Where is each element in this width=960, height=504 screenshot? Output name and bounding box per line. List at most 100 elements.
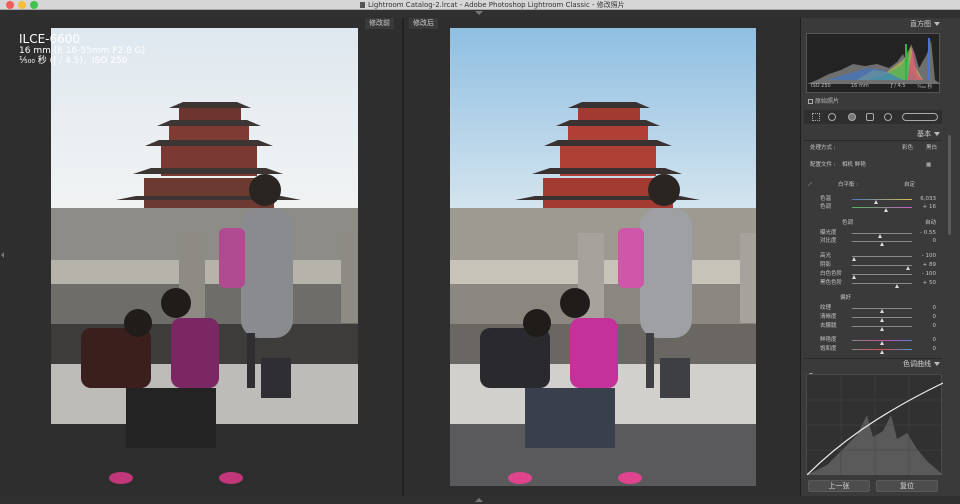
reset-button[interactable]: 复位 [876, 480, 938, 492]
tint-thumb[interactable] [884, 208, 888, 212]
slider-tint[interactable]: 色调 + 16 [806, 203, 938, 212]
vibrance-value[interactable]: 0 [933, 336, 937, 344]
highlights-track[interactable] [852, 256, 912, 261]
dehaze-track[interactable] [852, 326, 912, 331]
top-panel-toggle-icon[interactable] [475, 11, 483, 15]
after-photo-image [450, 28, 756, 486]
spot-removal-icon[interactable] [828, 113, 836, 121]
tone-row: 色调 自动 [806, 219, 938, 227]
title-bar: Lightroom Catalog-2.lrcat - Adobe Photos… [0, 0, 960, 10]
clarity-track[interactable] [852, 317, 912, 322]
whites-value[interactable]: - 100 [922, 270, 936, 278]
temp-track[interactable] [852, 199, 912, 204]
tone-curve-svg [806, 375, 944, 476]
treatment-label: 处理方式 : [810, 145, 836, 151]
contrast-track[interactable] [852, 241, 912, 246]
radial-filter-icon[interactable] [884, 113, 892, 121]
whites-label: 白色色阶 [820, 271, 843, 277]
compare-divider [402, 18, 404, 496]
after-label: 修改后 [409, 18, 438, 29]
panel-scrollbar[interactable] [948, 135, 951, 235]
presence-row: 偏好 [806, 294, 938, 302]
hist-aperture: ƒ / 4.5 [891, 83, 906, 89]
profile-row: 配置文件 : 相机 鲜艳 ▦ [806, 161, 938, 169]
histogram-header[interactable]: 直方图 [800, 19, 940, 29]
lens-info: 16 mm (E 16-55mm F2.8 G) [19, 46, 146, 56]
dehaze-label: 去朦胧 [820, 323, 837, 329]
saturation-value[interactable]: 0 [933, 345, 937, 353]
collapse-arrow-icon [934, 362, 940, 366]
texture-value[interactable]: 0 [933, 304, 937, 312]
basic-title: 基本 [917, 130, 931, 138]
profile-browser-icon[interactable]: ▦ [926, 161, 931, 169]
slider-saturation[interactable]: 饱和度 0 [806, 345, 938, 354]
hist-focal: 16 mm [851, 83, 869, 89]
slider-blacks[interactable]: 黑色色阶 + 50 [806, 279, 938, 288]
basic-header[interactable]: 基本 [800, 129, 940, 139]
previous-button[interactable]: 上一张 [808, 480, 870, 492]
collapse-arrow-icon [934, 22, 940, 26]
temp-value[interactable]: 6,033 [920, 195, 936, 203]
blacks-value[interactable]: + 50 [923, 279, 936, 287]
saturation-thumb[interactable] [880, 350, 884, 354]
exposure-info: ¹⁄₅₀₀ 秒 (ƒ / 4.5)，ISO 250 [19, 56, 128, 66]
profile-select[interactable]: 相机 鲜艳 [842, 161, 866, 169]
highlights-value[interactable]: - 100 [922, 252, 936, 260]
blacks-track[interactable] [852, 283, 912, 288]
collapse-arrow-icon [934, 132, 940, 136]
texture-track[interactable] [852, 308, 912, 313]
slider-shadows[interactable]: 阴影 + 89 [806, 261, 938, 270]
eyedropper-icon[interactable]: ⟋ [808, 181, 812, 189]
texture-label: 纹理 [820, 305, 832, 311]
blacks-thumb[interactable] [895, 284, 899, 288]
window-title: Lightroom Catalog-2.lrcat - Adobe Photos… [360, 0, 625, 10]
adjustment-brush-icon[interactable] [902, 113, 938, 121]
crop-tool-icon[interactable] [812, 113, 820, 121]
wb-select[interactable]: 自定 [904, 181, 915, 189]
clarity-value[interactable]: 0 [933, 313, 937, 321]
graduated-filter-icon[interactable] [866, 113, 874, 121]
tint-track[interactable] [852, 207, 912, 212]
left-panel-toggle-icon[interactable] [1, 252, 4, 258]
dehaze-thumb[interactable] [880, 327, 884, 331]
slider-dehaze[interactable]: 去朦胧 0 [806, 322, 938, 331]
slider-highlights[interactable]: 高光 - 100 [806, 252, 938, 261]
zoom-window-button[interactable] [30, 1, 38, 9]
before-photo[interactable] [51, 28, 358, 486]
slider-texture[interactable]: 纹理 0 [806, 304, 938, 313]
tone-curve-graph[interactable] [806, 374, 944, 476]
tint-value[interactable]: + 16 [923, 203, 936, 211]
tint-label: 色调 [820, 204, 832, 210]
shadows-track[interactable] [852, 265, 912, 270]
treatment-color-button[interactable]: 彩色 [902, 144, 913, 152]
highlights-label: 高光 [820, 253, 832, 259]
blacks-label: 黑色色阶 [820, 280, 843, 286]
minimize-window-button[interactable] [18, 1, 26, 9]
filmstrip-toggle-icon[interactable] [475, 498, 483, 502]
exposure-value[interactable]: - 0.55 [920, 229, 936, 237]
slider-whites[interactable]: 白色色阶 - 100 [806, 270, 938, 279]
treatment-bw-button[interactable]: 黑白 [926, 144, 937, 152]
close-window-button[interactable] [6, 1, 14, 9]
saturation-label: 饱和度 [820, 346, 837, 352]
vibrance-track[interactable] [852, 340, 912, 345]
exposure-track[interactable] [852, 233, 912, 238]
original-photo-checkbox[interactable]: 原始照片 [808, 96, 839, 105]
slider-temp[interactable]: 色温 6,033 [806, 195, 938, 204]
tone-curve-title: 色调曲线 [903, 360, 931, 368]
slider-vibrance[interactable]: 鲜艳度 0 [806, 336, 938, 345]
saturation-track[interactable] [852, 349, 912, 354]
slider-contrast[interactable]: 对比度 0 [806, 237, 938, 246]
contrast-label: 对比度 [820, 238, 837, 244]
tone-auto-button[interactable]: 自动 [925, 219, 936, 227]
slider-exposure[interactable]: 曝光度 - 0.55 [806, 229, 938, 238]
after-photo[interactable] [450, 28, 756, 486]
tone-curve-header[interactable]: 色调曲线 [800, 359, 940, 369]
red-eye-icon[interactable] [848, 113, 856, 121]
shadows-value[interactable]: + 89 [923, 261, 936, 269]
dehaze-value[interactable]: 0 [933, 322, 937, 330]
contrast-thumb[interactable] [880, 242, 884, 246]
whites-track[interactable] [852, 274, 912, 279]
slider-clarity[interactable]: 清晰度 0 [806, 313, 938, 322]
contrast-value[interactable]: 0 [933, 237, 937, 245]
